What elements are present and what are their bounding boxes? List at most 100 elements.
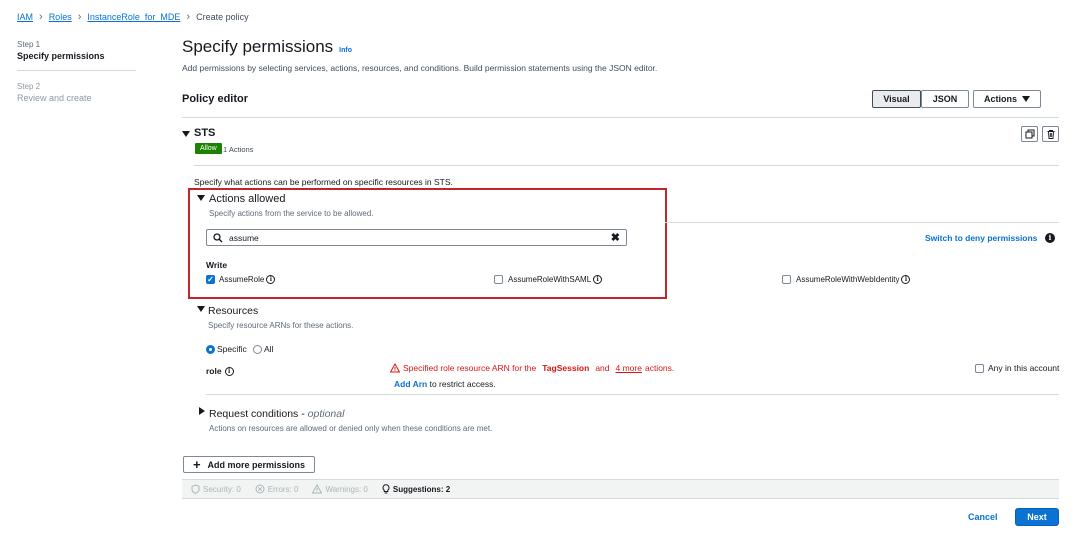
step-divider	[17, 70, 136, 71]
errors-status[interactable]: Errors: 0	[255, 484, 299, 494]
info-icon[interactable]: i	[593, 275, 603, 284]
json-button[interactable]: JSON	[921, 90, 969, 108]
switch-to-deny-link[interactable]: Switch to deny permissions	[925, 233, 1037, 243]
security-status[interactable]: Security: 0	[191, 484, 241, 494]
resources-description: Specify resource ARNs for these actions.	[208, 321, 354, 330]
collapse-actions-icon[interactable]	[197, 195, 205, 201]
next-button[interactable]: Next	[1015, 508, 1059, 526]
collapse-resources-icon[interactable]	[197, 306, 205, 312]
add-arn-row: Add Arn to restrict access.	[394, 379, 496, 389]
plus-icon: +	[192, 456, 201, 472]
page-title: Specify permissions Info	[182, 37, 352, 57]
page-description: Add permissions by selecting services, a…	[182, 63, 658, 73]
assumerole-checkbox[interactable]: ✓	[206, 275, 215, 284]
duplicate-button[interactable]	[1021, 126, 1038, 142]
action-count: 1 Actions	[223, 145, 254, 154]
warning-and: and	[595, 363, 610, 373]
page-title-text: Specify permissions	[182, 37, 334, 56]
assumerole-text: AssumeRole	[219, 275, 265, 284]
assumerolewithwebidentity-label: AssumeRoleWithWebIdentity i	[796, 275, 911, 284]
caret-down-icon	[1022, 96, 1030, 102]
add-arn-link[interactable]: Add Arn	[394, 379, 427, 389]
resource-warning: Specified role resource ARN for the TagS…	[390, 363, 674, 373]
chevron-right-icon: ›	[77, 11, 82, 23]
warning-prefix: Specified role resource ARN for the	[403, 363, 537, 373]
visual-button[interactable]: Visual	[872, 90, 921, 108]
resources-title: Resources	[208, 305, 259, 317]
warning-suffix: actions.	[644, 363, 675, 373]
assumerolewithwebidentity-text: AssumeRoleWithWebIdentity	[796, 275, 900, 284]
assumerolewithsaml-text: AssumeRoleWithSAML	[508, 275, 592, 284]
allow-badge: Allow	[195, 143, 222, 154]
clear-search-icon[interactable]: ✖	[611, 231, 620, 244]
assumerolewithsaml-label: AssumeRoleWithSAML i	[508, 275, 603, 284]
breadcrumb-current: Create policy	[196, 12, 249, 22]
add-more-permissions-button[interactable]: + Add more permissions	[183, 456, 315, 473]
delete-button[interactable]	[1042, 126, 1059, 142]
step-1-number: Step 1	[17, 40, 41, 49]
service-name: STS	[194, 127, 216, 139]
error-icon	[255, 484, 265, 494]
warnings-status[interactable]: Warnings: 0	[312, 484, 368, 494]
visual-button-label: Visual	[883, 94, 910, 104]
warning-more-link[interactable]: 4 more	[616, 363, 642, 373]
expand-conditions-icon[interactable]	[199, 407, 205, 415]
chevron-right-icon: ›	[186, 11, 191, 23]
step-1-label[interactable]: Specify permissions	[17, 51, 105, 61]
service-description: Specify what actions can be performed on…	[194, 177, 453, 187]
warning-action: TagSession	[542, 363, 590, 373]
trash-icon	[1047, 130, 1054, 139]
actions-allowed-description: Specify actions from the service to be a…	[209, 209, 374, 218]
warnings-label: Warnings: 0	[325, 484, 368, 494]
any-in-account-checkbox[interactable]	[975, 364, 984, 373]
statement-divider	[194, 165, 1059, 166]
search-icon	[213, 232, 223, 242]
info-icon[interactable]: i	[224, 366, 234, 376]
add-arn-suffix: to restrict access.	[429, 379, 496, 389]
info-icon[interactable]: i	[266, 275, 276, 284]
info-icon[interactable]: i	[901, 275, 911, 284]
collapse-sts-icon[interactable]	[182, 131, 190, 137]
role-text: role	[206, 366, 222, 376]
actions-search-input[interactable]: assume ✖	[206, 229, 627, 246]
actions-dropdown[interactable]: Actions	[973, 90, 1041, 108]
errors-label: Errors: 0	[267, 484, 299, 494]
any-in-account-label: Any in this account	[988, 363, 1060, 373]
specific-label: Specific	[217, 344, 247, 354]
conditions-description: Actions on resources are allowed or deni…	[209, 424, 493, 433]
info-link[interactable]: Info	[339, 47, 352, 54]
conditions-optional: optional	[307, 408, 345, 420]
assumerolewithwebidentity-checkbox[interactable]	[782, 275, 791, 284]
editor-divider	[182, 117, 1059, 118]
actions-allowed-title: Actions allowed	[209, 193, 286, 205]
security-label: Security: 0	[203, 484, 241, 494]
allow-badge-label: Allow	[200, 145, 217, 152]
next-button-label: Next	[1027, 512, 1047, 522]
copy-icon	[1025, 129, 1034, 139]
lightbulb-icon	[382, 484, 390, 494]
resources-divider	[206, 394, 1059, 395]
suggestions-status[interactable]: Suggestions: 2	[382, 484, 450, 494]
add-more-permissions-label: Add more permissions	[207, 459, 306, 470]
cancel-button[interactable]: Cancel	[968, 512, 998, 522]
all-radio[interactable]	[253, 345, 262, 354]
switch-info-icon[interactable]: i	[1045, 233, 1055, 243]
step-2-label: Review and create	[17, 93, 92, 103]
json-button-label: JSON	[932, 94, 958, 104]
warning-icon	[312, 484, 323, 494]
assumerole-label: AssumeRole i	[219, 275, 276, 284]
breadcrumb-roles[interactable]: Roles	[49, 12, 72, 22]
breadcrumb-iam[interactable]: IAM	[17, 12, 33, 22]
role-label: role i	[206, 366, 234, 376]
all-label: All	[264, 344, 274, 354]
search-value: assume	[229, 232, 259, 243]
assumerolewithsaml-checkbox[interactable]	[494, 275, 503, 284]
step-2-number: Step 2	[17, 82, 41, 91]
actions-dropdown-label: Actions	[983, 94, 1017, 104]
breadcrumb: IAM › Roles › InstanceRole_for_MDE › Cre…	[17, 11, 249, 23]
specific-radio[interactable]	[206, 345, 215, 354]
breadcrumb-role[interactable]: InstanceRole_for_MDE	[87, 12, 180, 22]
chevron-right-icon: ›	[39, 11, 43, 23]
warning-icon	[390, 363, 400, 373]
conditions-title: Request conditions - optional	[209, 408, 344, 420]
